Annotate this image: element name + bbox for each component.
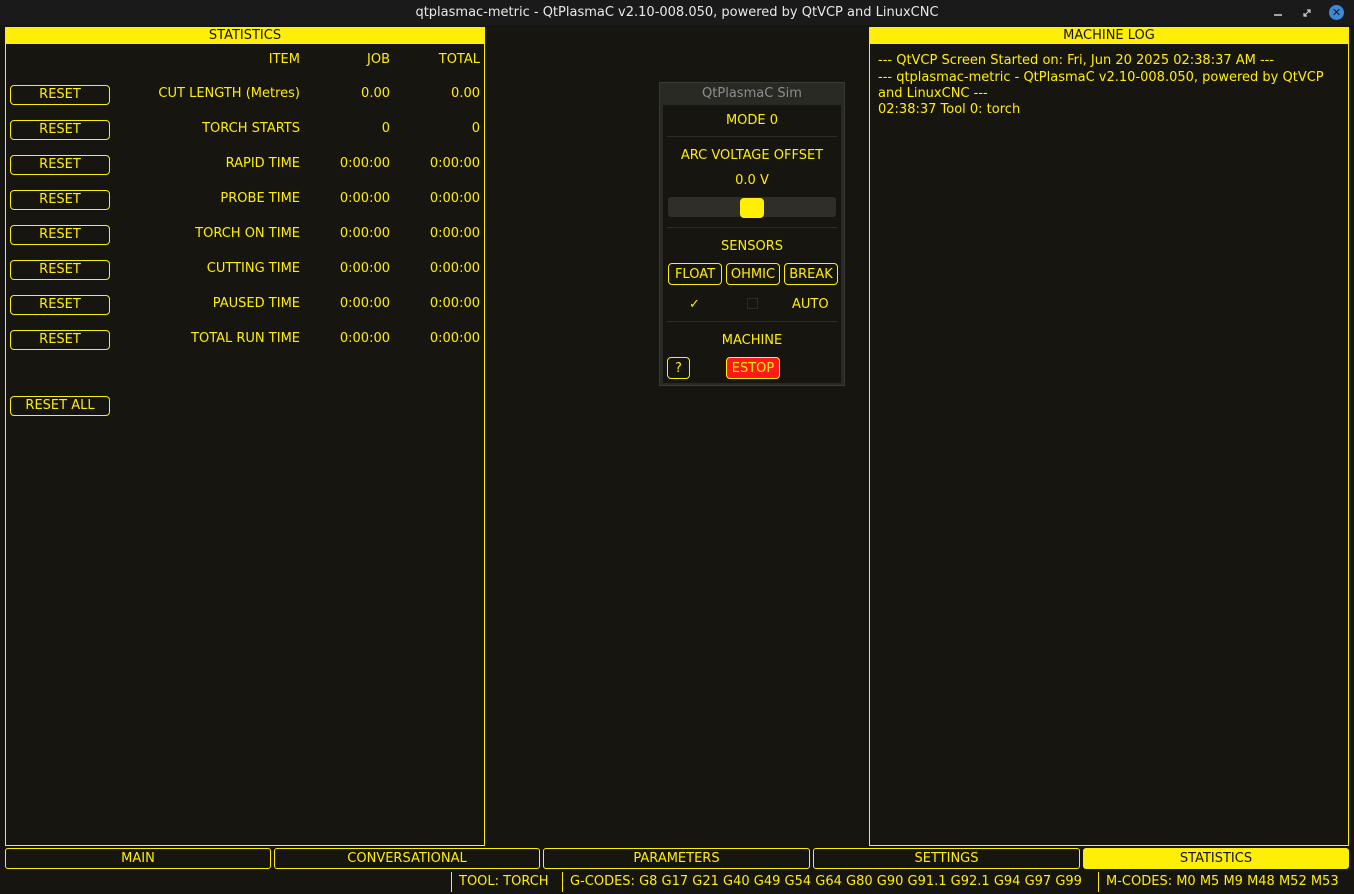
machine-log-panel: MACHINE LOG --- QtVCP Screen Started on:… bbox=[869, 27, 1349, 846]
reset-all-button[interactable]: RESET ALL bbox=[10, 396, 110, 416]
stat-item-label: CUTTING TIME bbox=[206, 261, 300, 276]
machine-log-header: MACHINE LOG bbox=[870, 28, 1348, 44]
log-line: --- QtVCP Screen Started on: Fri, Jun 20… bbox=[878, 53, 1275, 68]
window-title: qtplasmac-metric - QtPlasmaC v2.10-008.0… bbox=[415, 5, 939, 20]
status-mcodes: M-CODES: M0 M5 M9 M48 M52 M53 bbox=[1098, 872, 1339, 892]
tab-parameters[interactable]: PARAMETERS bbox=[543, 848, 810, 869]
reset-cutting-time-button[interactable]: RESET bbox=[10, 260, 110, 280]
tab-statistics[interactable]: STATISTICS bbox=[1083, 848, 1349, 869]
estop-button[interactable]: ESTOP bbox=[726, 357, 780, 379]
arc-voltage-offset-label: ARC VOLTAGE OFFSET bbox=[680, 148, 824, 163]
stat-total-value: 0.00 bbox=[451, 86, 480, 101]
sim-body: MODE 0 ARC VOLTAGE OFFSET 0.0 V SENSORS … bbox=[663, 105, 841, 383]
stat-item-label: TORCH STARTS bbox=[202, 121, 300, 136]
tab-main[interactable]: MAIN bbox=[5, 848, 271, 869]
column-header-total: TOTAL bbox=[438, 52, 480, 67]
stat-total-value: 0:00:00 bbox=[429, 261, 480, 276]
stat-item-label: TORCH ON TIME bbox=[195, 226, 300, 241]
statistics-header: STATISTICS bbox=[6, 28, 484, 44]
tab-settings[interactable]: SETTINGS bbox=[813, 848, 1080, 869]
stat-total-value: 0:00:00 bbox=[429, 191, 480, 206]
arc-voltage-slider-handle[interactable] bbox=[740, 198, 764, 218]
statistics-panel: STATISTICS ITEM JOB TOTAL RESET CUT LENG… bbox=[5, 27, 485, 846]
stat-job-value: 0 bbox=[381, 121, 390, 136]
stat-item-label: CUT LENGTH (Metres) bbox=[158, 86, 300, 101]
column-header-item: ITEM bbox=[268, 52, 300, 67]
minimize-icon[interactable] bbox=[1268, 0, 1288, 25]
machine-label: MACHINE bbox=[721, 333, 783, 348]
reset-torch-on-time-button[interactable]: RESET bbox=[10, 225, 110, 245]
stat-item-label: RAPID TIME bbox=[225, 156, 300, 171]
stat-item-label: PAUSED TIME bbox=[212, 296, 300, 311]
ohmic-sensor-button[interactable]: OHMIC bbox=[726, 263, 780, 285]
sim-mode-button[interactable]: MODE 0 bbox=[663, 113, 841, 128]
stat-job-value: 0:00:00 bbox=[339, 226, 390, 241]
reset-total-run-time-button[interactable]: RESET bbox=[10, 330, 110, 350]
stat-total-value: 0:00:00 bbox=[429, 296, 480, 311]
divider bbox=[667, 227, 837, 228]
stat-total-value: 0 bbox=[471, 121, 480, 136]
float-lock-checkbox[interactable]: ✓ bbox=[689, 297, 700, 312]
stat-total-value: 0:00:00 bbox=[429, 226, 480, 241]
qtplasmac-sim-window: QtPlasmaC Sim MODE 0 ARC VOLTAGE OFFSET … bbox=[659, 82, 845, 386]
column-header-job: JOB bbox=[367, 52, 390, 67]
reset-cut-length-button[interactable]: RESET bbox=[10, 85, 110, 105]
stat-total-value: 0:00:00 bbox=[429, 156, 480, 171]
stat-item-label: TOTAL RUN TIME bbox=[191, 331, 300, 346]
auto-sensor-toggle[interactable]: AUTO bbox=[792, 297, 829, 312]
log-line: 02:38:37 Tool 0: torch bbox=[878, 102, 1021, 117]
stat-job-value: 0.00 bbox=[361, 86, 390, 101]
window-titlebar: qtplasmac-metric - QtPlasmaC v2.10-008.0… bbox=[0, 0, 1354, 25]
stat-job-value: 0:00:00 bbox=[339, 296, 390, 311]
sim-title: QtPlasmaC Sim bbox=[702, 86, 802, 101]
reset-paused-time-button[interactable]: RESET bbox=[10, 295, 110, 315]
stat-job-value: 0:00:00 bbox=[339, 331, 390, 346]
stat-item-label: PROBE TIME bbox=[220, 191, 300, 206]
stat-total-value: 0:00:00 bbox=[429, 331, 480, 346]
ohmic-lock-checkbox[interactable] bbox=[747, 298, 758, 309]
arc-voltage-value: 0.0 V bbox=[735, 173, 769, 188]
sensors-label: SENSORS bbox=[721, 239, 783, 254]
stat-job-value: 0:00:00 bbox=[339, 156, 390, 171]
divider bbox=[667, 136, 837, 137]
arc-voltage-slider[interactable] bbox=[668, 197, 836, 218]
break-sensor-button[interactable]: BREAK bbox=[784, 263, 838, 285]
float-sensor-button[interactable]: FLOAT bbox=[668, 263, 722, 285]
status-tool: TOOL: TORCH bbox=[451, 872, 549, 892]
status-gcodes: G-CODES: G8 G17 G21 G40 G49 G54 G64 G80 … bbox=[562, 872, 1082, 892]
help-button[interactable]: ? bbox=[667, 357, 690, 379]
close-icon[interactable]: ✕ bbox=[1329, 5, 1344, 20]
divider bbox=[667, 321, 837, 322]
log-line: --- qtplasmac-metric - QtPlasmaC v2.10-0… bbox=[878, 70, 1324, 101]
status-bar: TOOL: TORCH G-CODES: G8 G17 G21 G40 G49 … bbox=[0, 870, 1354, 894]
tab-conversational[interactable]: CONVERSATIONAL bbox=[274, 848, 540, 869]
reset-torch-starts-button[interactable]: RESET bbox=[10, 120, 110, 140]
reset-rapid-time-button[interactable]: RESET bbox=[10, 155, 110, 175]
reset-probe-time-button[interactable]: RESET bbox=[10, 190, 110, 210]
maximize-icon[interactable] bbox=[1297, 0, 1317, 25]
stat-job-value: 0:00:00 bbox=[339, 261, 390, 276]
stat-job-value: 0:00:00 bbox=[339, 191, 390, 206]
